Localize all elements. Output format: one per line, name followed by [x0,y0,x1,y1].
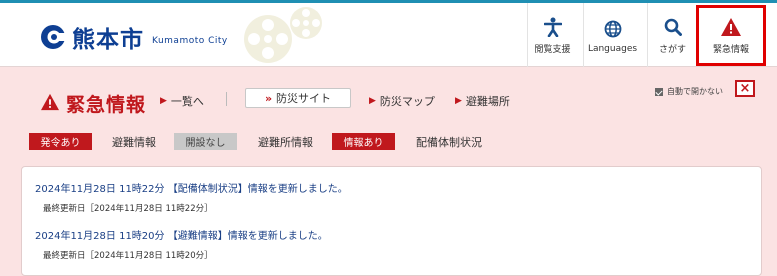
list-item: 2024年11月28日 11時20分 【避難情報】情報を更新しました。 最終更新… [35,227,328,261]
emergency-title: 緊急情報 [40,90,146,117]
checkbox[interactable] [655,87,663,96]
emergency-panel: 緊急情報 ▶ 一覧へ » 防災サイト ▶ 防災マップ ▶ 避難場所 自動で開かな… [0,68,777,276]
triangle-right-icon: ▶ [369,96,376,106]
list-item: 2024年11月28日 11時22分 【配備体制状況】情報を更新しました。 最終… [35,180,348,214]
nav-label: さがす [658,45,686,55]
logo-name: 熊本市 [72,27,144,53]
bosai-site-button[interactable]: » 防災サイト [245,88,351,108]
checkbox-label: 自動で開かない [667,87,723,96]
status-label[interactable]: 避難情報 [112,134,156,150]
city-emblem-icon [40,24,67,50]
news-headline-link[interactable]: 2024年11月28日 11時22分 【配備体制状況】情報を更新しました。 [35,180,348,195]
news-updated: 最終更新日［2024年11月28日 11時22分］ [43,204,213,214]
status-badge: 発令あり [29,133,92,150]
status-badge: 情報あり [332,133,395,150]
link-label: 一覧へ [170,95,204,108]
link-label: 避難場所 [465,95,510,108]
bosai-map-link[interactable]: ▶ 防災マップ [369,93,435,109]
nav-label: 閲覧支援 [534,45,571,55]
status-badge: 開設なし [174,133,237,150]
news-updated: 最終更新日［2024年11月28日 11時20分］ [43,251,213,261]
triangle-right-icon: ▶ [455,96,462,106]
site-logo[interactable]: 熊本市 Kumamoto City [40,20,228,54]
accessibility-icon [543,15,562,39]
news-headline-link[interactable]: 2024年11月28日 11時20分 【避難情報】情報を更新しました。 [35,227,328,242]
status-label[interactable]: 配備体制状況 [416,134,482,150]
warning-icon [40,93,60,115]
status-label[interactable]: 避難所情報 [258,134,313,150]
double-chevron-icon: » [264,91,273,105]
button-label: 防災サイト [276,92,332,105]
shelters-link[interactable]: ▶ 避難場所 [455,93,510,109]
triangle-right-icon: ▶ [160,96,167,106]
nav-accessibility-button[interactable]: 閲覧支援 [527,3,577,67]
nav-languages-button[interactable]: Languages [583,3,641,67]
list-link[interactable]: ▶ 一覧へ [160,93,204,109]
news-list: 2024年11月28日 11時22分 【配備体制状況】情報を更新しました。 最終… [21,166,762,276]
auto-open-toggle[interactable]: 自動で開かない [655,86,723,97]
search-icon [664,15,682,39]
logo-subtitle: Kumamoto City [152,36,228,46]
emergency-highlight-frame [696,5,766,66]
divider [226,92,227,106]
globe-icon [604,17,622,41]
link-label: 防災マップ [379,95,435,108]
nav-search-button[interactable]: さがす [647,3,697,67]
film-reel-decoration [244,7,322,63]
close-button[interactable]: × [735,80,755,97]
emergency-title-text: 緊急情報 [66,94,147,116]
nav-label: Languages [587,43,638,54]
site-header: 熊本市 Kumamoto City 閲覧支援 Languages さがす 緊急情… [0,3,777,67]
